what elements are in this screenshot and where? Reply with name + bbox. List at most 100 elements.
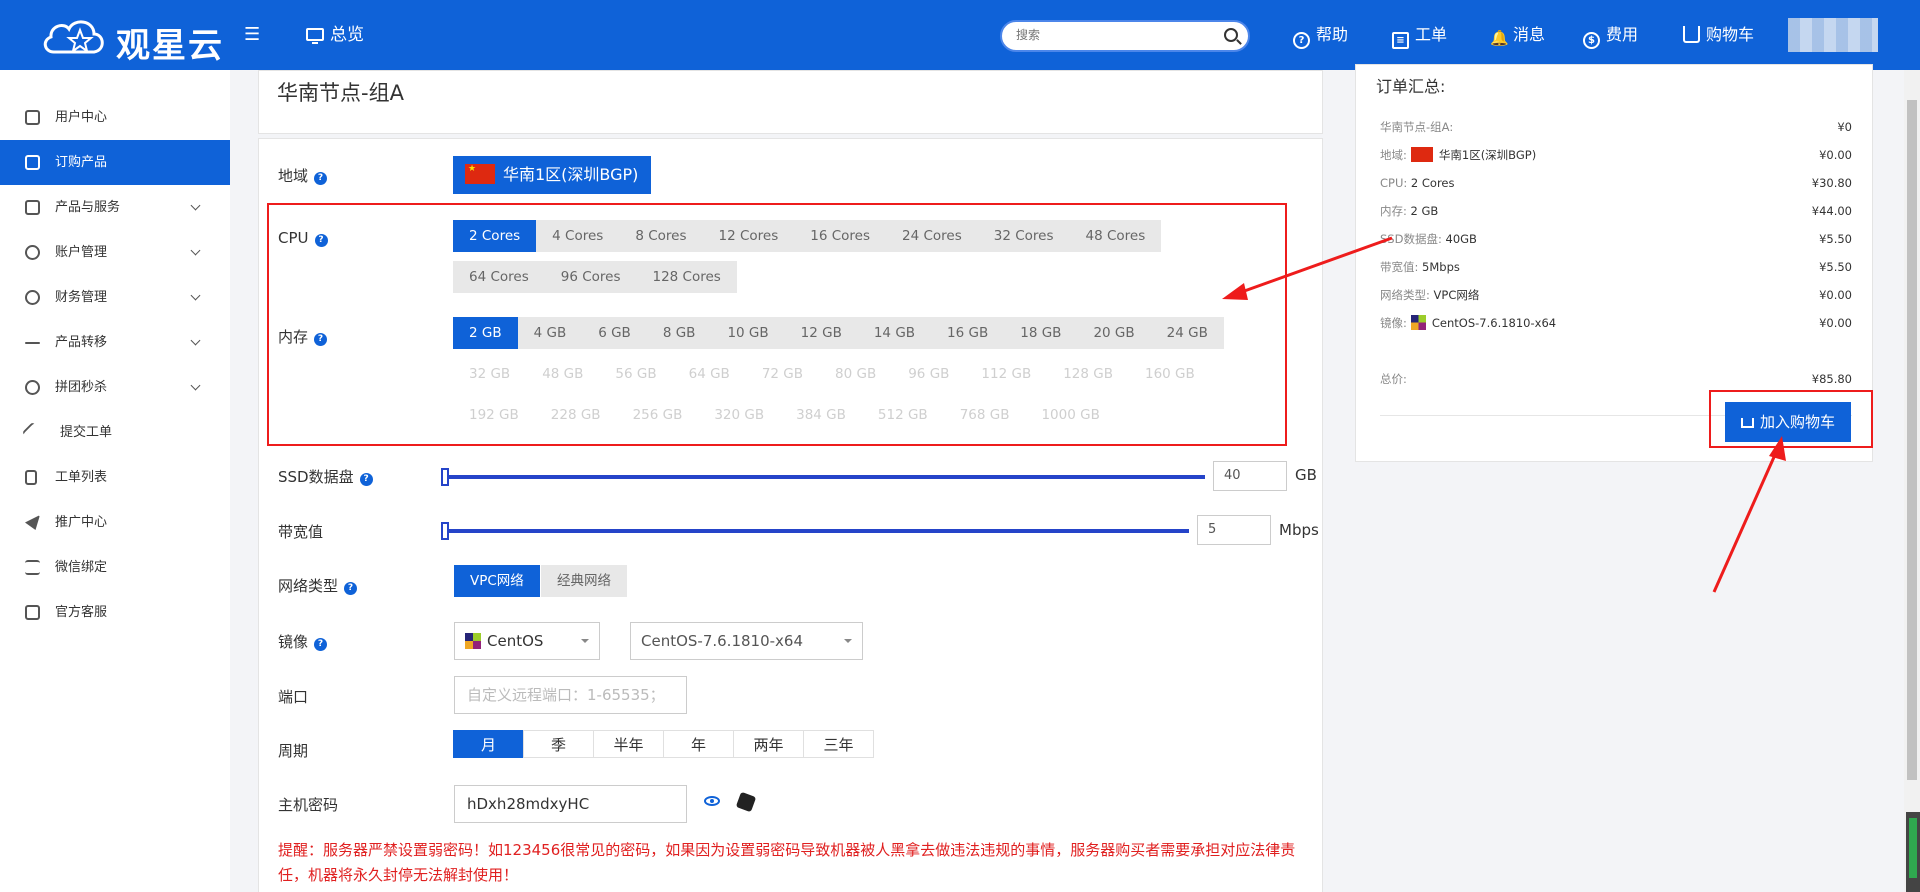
- bandwidth-label: 带宽值: [278, 523, 324, 541]
- sidebar-item-label: 微信绑定: [55, 560, 108, 575]
- message-link[interactable]: 🔔 消息: [1490, 0, 1545, 70]
- summary-row: 华南节点-组A: ¥0: [1380, 117, 1852, 137]
- logo-text: 观星云: [116, 26, 224, 66]
- summary-row-price: ¥0.00: [1819, 316, 1852, 330]
- period-option[interactable]: 季: [523, 730, 594, 758]
- fee-link[interactable]: $ 费用: [1583, 0, 1638, 70]
- summary-row: 镜像: CentOS-7.6.1810-x64 ¥0.00: [1380, 313, 1852, 333]
- slider-handle[interactable]: [441, 522, 449, 540]
- sidebar-item-ticket-list[interactable]: 工单列表: [0, 455, 230, 500]
- version-select[interactable]: CentOS-7.6.1810-x64: [630, 622, 863, 660]
- menu-toggle-icon[interactable]: ☰: [244, 0, 260, 70]
- sidebar-item-label: 用户中心: [55, 110, 108, 125]
- period-option[interactable]: 年: [663, 730, 734, 758]
- help-link[interactable]: ? 帮助: [1293, 0, 1348, 70]
- sidebar-item-label: 产品与服务: [55, 200, 121, 215]
- cart-link[interactable]: 购物车: [1683, 0, 1754, 70]
- ticket-label: 工单: [1415, 25, 1448, 44]
- transfer-icon: [25, 342, 40, 344]
- caret-down-icon: [581, 639, 589, 643]
- ssd-value-input[interactable]: 40: [1213, 461, 1287, 491]
- floating-widget[interactable]: [1906, 812, 1920, 892]
- sidebar-item-products-services[interactable]: 产品与服务: [0, 185, 230, 230]
- chevron-down-icon: [190, 290, 201, 301]
- summary-row-price: ¥5.50: [1819, 232, 1852, 246]
- summary-row-value: 40GB: [1445, 232, 1477, 246]
- network-option-vpc[interactable]: VPC网络: [454, 565, 540, 597]
- sidebar-item-transfer[interactable]: 产品转移: [0, 320, 230, 365]
- period-label: 周期: [278, 742, 309, 760]
- sidebar-item-order-products[interactable]: 订购产品: [0, 140, 230, 185]
- password-input[interactable]: [454, 785, 687, 823]
- logo[interactable]: 观星云: [40, 14, 222, 66]
- sidebar-item-label: 官方客服: [55, 605, 108, 620]
- search-icon[interactable]: [1224, 28, 1238, 42]
- bandwidth-slider[interactable]: [441, 522, 1189, 540]
- summary-row-price: ¥30.80: [1811, 176, 1852, 190]
- avatar[interactable]: [1788, 18, 1878, 52]
- summary-row-value: 5Mbps: [1422, 260, 1460, 274]
- scrollbar-thumb[interactable]: [1907, 100, 1917, 780]
- network-label-text: 网络类型: [278, 577, 339, 595]
- page-scrollbar[interactable]: [1904, 70, 1920, 892]
- summary-row-label: 镜像:: [1380, 316, 1407, 330]
- target-icon: [25, 380, 40, 395]
- question-icon[interactable]: ?: [314, 638, 328, 651]
- sidebar-item-label: 提交工单: [60, 425, 113, 440]
- message-label: 消息: [1513, 25, 1546, 44]
- sliders-icon: [25, 560, 40, 575]
- annotation-arrow-line: [1712, 447, 1780, 593]
- summary-row-label: SSD数据盘:: [1380, 232, 1442, 246]
- summary-row-value: 华南1区(深圳BGP): [1438, 148, 1537, 162]
- total-price: ¥85.80: [1811, 372, 1852, 386]
- sidebar-item-wechat[interactable]: 微信绑定: [0, 545, 230, 590]
- sidebar-item-user-center[interactable]: 用户中心: [0, 95, 230, 140]
- sidebar: 用户中心 订购产品 产品与服务 账户管理 财务管理 产品转移 拼团秒杀 提交工单…: [0, 70, 230, 892]
- ssd-slider[interactable]: [441, 468, 1205, 486]
- summary-row-value: VPC网络: [1433, 288, 1480, 302]
- fee-label: 费用: [1606, 25, 1639, 44]
- period-option[interactable]: 两年: [733, 730, 804, 758]
- summary-row-label: CPU:: [1380, 176, 1408, 190]
- sidebar-item-submit-ticket[interactable]: 提交工单: [0, 410, 230, 455]
- china-flag-icon: [465, 164, 495, 184]
- slider-handle[interactable]: [441, 468, 449, 486]
- image-label: 镜像?: [278, 631, 328, 652]
- chevron-down-icon: [190, 245, 201, 256]
- os-select[interactable]: CentOS: [454, 622, 600, 660]
- password-label: 主机密码: [278, 796, 339, 814]
- overview-link[interactable]: 总览: [306, 0, 364, 70]
- ticket-link[interactable]: ≡ 工单: [1392, 0, 1447, 70]
- network-option-classic[interactable]: 经典网络: [541, 565, 627, 597]
- sidebar-item-support[interactable]: 官方客服: [0, 590, 230, 635]
- summary-row-price: ¥44.00: [1811, 204, 1852, 218]
- network-label: 网络类型?: [278, 575, 358, 596]
- cloud-star-logo-icon: [43, 20, 104, 54]
- period-option[interactable]: 三年: [803, 730, 874, 758]
- sidebar-item-finance[interactable]: 财务管理: [0, 275, 230, 320]
- period-option[interactable]: 月: [453, 730, 524, 758]
- sidebar-item-promotion[interactable]: 推广中心: [0, 500, 230, 545]
- region-option-selected[interactable]: 华南1区(深圳BGP): [453, 156, 651, 194]
- port-label: 端口: [278, 688, 309, 706]
- sidebar-item-group-buy[interactable]: 拼团秒杀: [0, 365, 230, 410]
- sidebar-item-label: 工单列表: [55, 470, 108, 485]
- summary-row-value: CentOS-7.6.1810-x64: [1431, 316, 1557, 330]
- question-icon[interactable]: ?: [359, 473, 373, 486]
- question-icon[interactable]: ?: [344, 582, 358, 595]
- grid-icon: [25, 200, 40, 215]
- dollar-icon: [25, 290, 40, 305]
- centos-icon: [465, 633, 481, 649]
- china-flag-icon: [1410, 147, 1433, 162]
- bandwidth-value-input[interactable]: 5: [1197, 515, 1271, 545]
- file-icon: [25, 470, 37, 485]
- version-select-value: CentOS-7.6.1810-x64: [641, 632, 804, 650]
- ssd-unit: GB: [1295, 466, 1317, 484]
- eye-icon[interactable]: [704, 796, 720, 806]
- sidebar-item-label: 推广中心: [55, 515, 108, 530]
- sidebar-item-account[interactable]: 账户管理: [0, 230, 230, 275]
- question-icon[interactable]: ?: [314, 172, 328, 185]
- port-input[interactable]: [454, 676, 687, 714]
- search-input[interactable]: [1016, 28, 1216, 42]
- period-option[interactable]: 半年: [593, 730, 664, 758]
